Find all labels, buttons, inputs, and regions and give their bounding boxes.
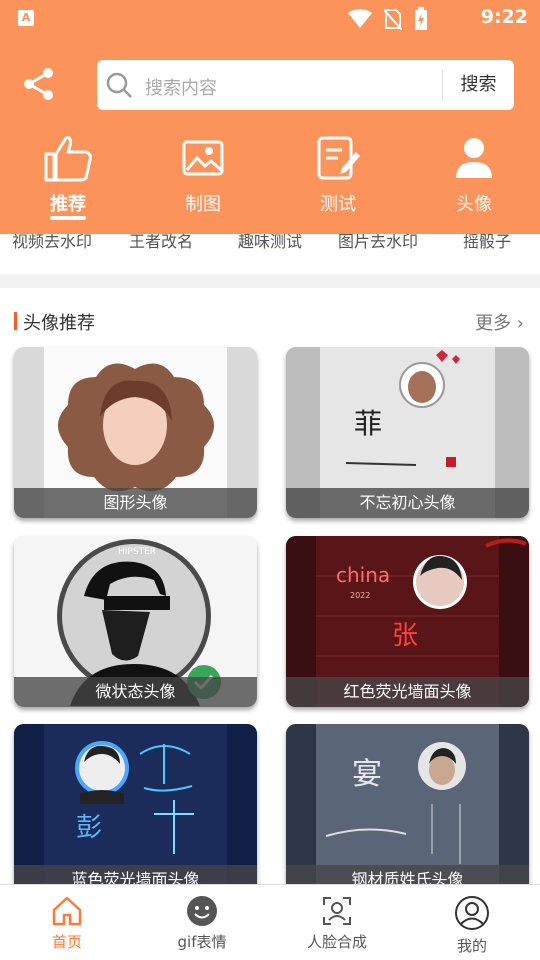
search-icon xyxy=(106,72,132,98)
avatar-card-original[interactable]: 菲 不忘初心头像 xyxy=(286,347,529,518)
bottom-nav: 首页 gif表情 人脸合成 我的 xyxy=(0,884,540,960)
tab-recommend[interactable]: 推荐 xyxy=(28,134,108,224)
nav-face-merge[interactable]: 人脸合成 xyxy=(287,895,387,952)
tab-label: 推荐 xyxy=(50,194,86,215)
person-icon xyxy=(456,138,492,178)
wifi-icon xyxy=(348,9,372,28)
tab-label: 头像 xyxy=(456,194,492,215)
face-scan-icon xyxy=(323,897,351,925)
card-art-text: 张 xyxy=(392,621,418,651)
avatar-card-steel[interactable]: 宴 钢材质姓氏头像 xyxy=(286,724,529,895)
quick-item-rename[interactable]: 王者改名 xyxy=(129,234,193,252)
more-link[interactable]: 更多 › xyxy=(475,309,524,335)
tab-test[interactable]: 测试 xyxy=(298,134,378,224)
nav-mine[interactable]: 我的 xyxy=(422,895,522,956)
quick-item-image-watermark[interactable]: 图片去水印 xyxy=(338,234,418,252)
quick-menu: 视频去水印 王者改名 趣味测试 图片去水印 摇骰子 xyxy=(0,234,540,274)
card-art-text: 宴 xyxy=(352,757,382,792)
section-title: 头像推荐 xyxy=(23,313,95,334)
card-art-text: 菲 xyxy=(354,407,382,440)
quick-item-video-watermark[interactable]: 视频去水印 xyxy=(12,234,92,252)
search-bar[interactable]: 搜索内容 搜索 xyxy=(97,60,514,110)
avatar-card-red-neon[interactable]: china 2022 张 红色荧光墙面头像 xyxy=(286,536,529,707)
smiley-icon xyxy=(187,896,217,926)
card-caption: 不忘初心头像 xyxy=(286,488,529,518)
card-badge-text: HIPSTER xyxy=(118,547,156,557)
nav-label: 首页 xyxy=(51,933,82,951)
nav-label: gif表情 xyxy=(177,933,227,951)
card-caption: 红色荧光墙面头像 xyxy=(286,677,529,707)
nav-gif[interactable]: gif表情 xyxy=(152,895,252,952)
avatar-card-shape[interactable]: 图形头像 xyxy=(14,347,257,518)
card-year-text: 2022 xyxy=(350,591,370,600)
search-button[interactable]: 搜索 xyxy=(443,60,514,110)
quick-item-fun-test[interactable]: 趣味测试 xyxy=(238,234,302,252)
card-art-text: 彭 xyxy=(76,813,102,843)
status-icons xyxy=(348,7,428,31)
nav-label: 我的 xyxy=(456,937,487,955)
card-caption: 微状态头像 xyxy=(14,677,257,707)
no-sim-icon xyxy=(384,9,402,30)
more-label: 更多 xyxy=(475,313,512,334)
nav-label: 人脸合成 xyxy=(306,933,367,951)
user-circle-icon xyxy=(455,896,489,930)
search-input[interactable]: 搜索内容 xyxy=(145,74,217,100)
edit-note-icon xyxy=(317,136,360,180)
tab-label: 制图 xyxy=(185,194,221,215)
quick-item-dice[interactable]: 摇骰子 xyxy=(463,234,511,252)
home-icon xyxy=(52,896,82,926)
card-caption: 图形头像 xyxy=(14,488,257,518)
status-time: 9:22 xyxy=(480,6,528,28)
avatar-card-status[interactable]: HIPSTER 微状态头像 xyxy=(14,536,257,707)
card-neon-text: china xyxy=(336,563,390,587)
app-root: A 9:22 搜索内容 搜索 推荐 制图 测试 头像 视频去水印 王者改名 趣味… xyxy=(0,0,540,960)
tab-label: 测试 xyxy=(320,194,356,215)
header: 搜索内容 搜索 推荐 制图 测试 头像 xyxy=(0,36,540,234)
tab-design[interactable]: 制图 xyxy=(163,134,243,224)
nav-home[interactable]: 首页 xyxy=(17,895,117,952)
tab-avatar[interactable]: 头像 xyxy=(434,134,514,224)
app-notification-icon: A xyxy=(18,10,34,26)
avatar-recommend-section: 头像推荐 更多 › 图形头像 菲 不忘初心头像 HIPSTER 微状态头像 ch… xyxy=(0,288,540,895)
chevron-right-icon: › xyxy=(516,313,524,334)
battery-charging-icon xyxy=(415,7,427,30)
status-bar: A 9:22 xyxy=(0,0,540,36)
avatar-card-blue-neon[interactable]: 彭 蓝色荧光墙面头像 xyxy=(14,724,257,895)
active-tab-indicator xyxy=(50,216,86,220)
share-icon[interactable] xyxy=(20,65,58,103)
section-accent-bar xyxy=(14,312,17,330)
image-icon xyxy=(182,140,224,176)
thumbs-up-icon xyxy=(44,136,92,182)
